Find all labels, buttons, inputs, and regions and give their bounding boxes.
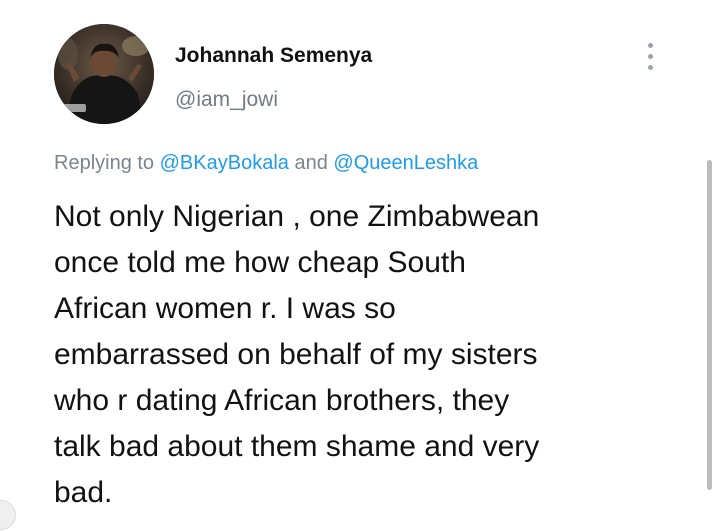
replying-to-line: Replying to @BKayBokala and @QueenLeshka (54, 152, 478, 175)
author-handle[interactable]: @iam_jowi (175, 88, 278, 112)
scrollbar[interactable] (707, 160, 712, 490)
tweet-text: Not only Nigerian , one Zimbabwean once … (54, 200, 540, 509)
replying-to-joiner: and (294, 152, 328, 174)
author-display-name[interactable]: Johannah Semenya (175, 44, 372, 68)
tweet-card: Johannah Semenya @iam_jowi Replying to @… (0, 0, 720, 531)
mention-link[interactable]: @QueenLeshka (333, 152, 478, 174)
replying-to-label: Replying to (54, 152, 155, 174)
mention-link[interactable]: @BKayBokala (160, 152, 289, 174)
author-avatar[interactable] (54, 24, 154, 124)
vertical-dots-icon[interactable] (636, 40, 664, 74)
profile-photo-icon (54, 24, 154, 124)
corner-button (0, 500, 16, 530)
